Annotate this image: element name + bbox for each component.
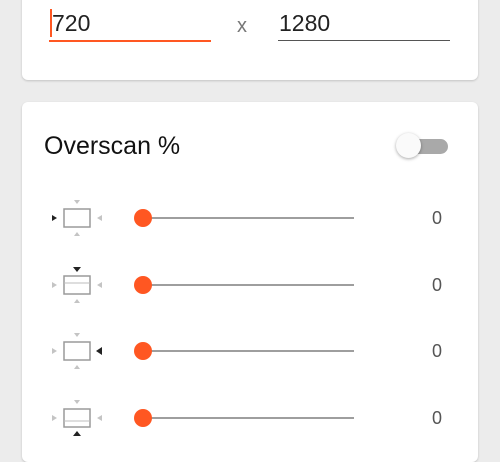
overscan-right-icon bbox=[52, 333, 102, 369]
resolution-separator: x bbox=[237, 15, 247, 37]
overscan-row-right: 0 bbox=[22, 331, 478, 371]
toggle-knob bbox=[396, 133, 421, 158]
overscan-bottom-slider[interactable] bbox=[134, 408, 358, 428]
overscan-toggle[interactable] bbox=[396, 132, 450, 160]
slider-thumb[interactable] bbox=[134, 209, 152, 227]
overscan-top-value: 0 bbox=[431, 275, 442, 295]
overscan-left-value: 0 bbox=[431, 208, 442, 228]
slider-thumb[interactable] bbox=[134, 276, 152, 294]
height-value: 1280 bbox=[279, 10, 331, 36]
overscan-top-slider[interactable] bbox=[134, 275, 358, 295]
width-value: 720 bbox=[52, 10, 91, 36]
overscan-bottom-icon bbox=[52, 400, 102, 436]
overscan-card: Overscan % 0 0 0 0 bbox=[22, 102, 478, 462]
slider-track bbox=[142, 417, 354, 419]
overscan-bottom-value: 0 bbox=[431, 408, 442, 428]
resolution-card: 720 x 1280 bbox=[22, 0, 478, 80]
overscan-title: Overscan % bbox=[44, 132, 181, 160]
overscan-right-slider[interactable] bbox=[134, 341, 358, 361]
overscan-top-icon bbox=[52, 267, 102, 303]
slider-thumb[interactable] bbox=[134, 409, 152, 427]
overscan-row-bottom: 0 bbox=[22, 398, 478, 438]
overscan-right-value: 0 bbox=[431, 341, 442, 361]
height-input[interactable]: 1280 bbox=[278, 8, 450, 41]
slider-thumb[interactable] bbox=[134, 342, 152, 360]
width-input[interactable]: 720 bbox=[49, 8, 211, 42]
slider-track bbox=[142, 284, 354, 286]
overscan-left-icon bbox=[52, 200, 102, 236]
overscan-row-top: 0 bbox=[22, 265, 478, 305]
slider-track bbox=[142, 217, 354, 219]
overscan-left-slider[interactable] bbox=[134, 208, 358, 228]
slider-track bbox=[142, 350, 354, 352]
overscan-row-left: 0 bbox=[22, 198, 478, 238]
